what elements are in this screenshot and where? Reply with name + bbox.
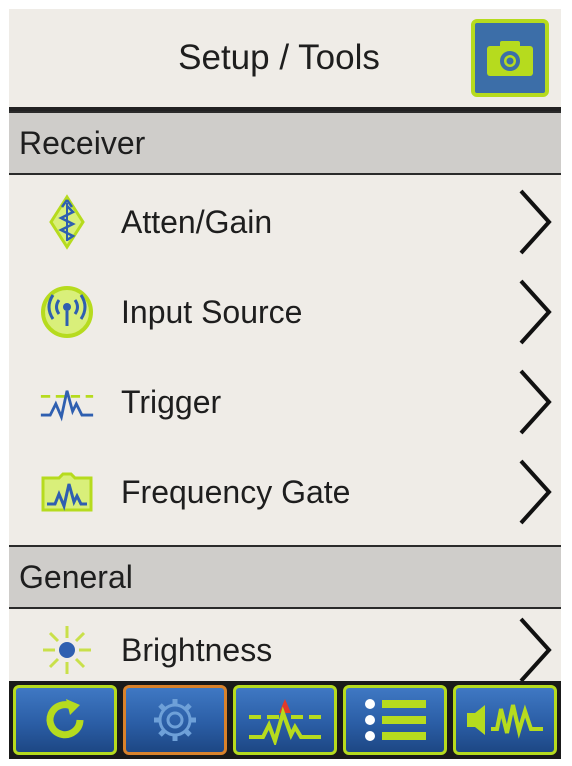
gear-icon [154,699,196,741]
audio-button[interactable] [453,685,557,755]
menu-item-label: Brightness [121,631,273,668]
refresh-button[interactable] [13,685,117,755]
menu-item-label: Frequency Gate [121,473,351,510]
camera-icon [487,41,533,76]
atten-gain-icon [39,194,95,250]
chevron-right-icon [519,279,552,345]
chevron-right-icon [519,189,552,255]
header-bar: Setup / Tools [9,9,561,107]
trigger-icon [39,374,95,430]
menu-item-trigger[interactable]: Trigger [9,357,561,447]
chevron-right-icon [519,369,552,435]
bottom-toolbar [9,681,561,759]
section-header-receiver: Receiver [9,111,561,175]
setup-tools-screen: Setup / Tools Receiver Atten/Gain Input … [9,9,561,759]
chevron-right-icon [519,459,552,525]
list-button[interactable] [343,685,447,755]
menu-item-label: Atten/Gain [121,203,273,240]
trigger-level-button[interactable] [233,685,337,755]
page-title: Setup / Tools [178,38,380,77]
list-icon [365,699,426,741]
menu-item-frequency-gate[interactable]: Frequency Gate [9,447,561,537]
refresh-icon [46,699,84,739]
menu-item-label: Input Source [121,293,303,330]
settings-button[interactable] [123,685,227,755]
audio-waveform-icon [467,704,543,739]
frequency-gate-icon [39,464,95,520]
menu-item-brightness[interactable]: Brightness [9,611,561,689]
menu-item-label: Trigger [121,383,222,420]
trigger-level-icon [249,699,321,745]
brightness-icon [39,622,95,678]
chevron-right-icon [519,617,552,683]
menu-item-atten-gain[interactable]: Atten/Gain [9,177,561,267]
camera-button[interactable] [471,19,549,97]
input-source-icon [39,284,95,340]
menu-item-input-source[interactable]: Input Source [9,267,561,357]
section-header-general: General [9,545,561,609]
